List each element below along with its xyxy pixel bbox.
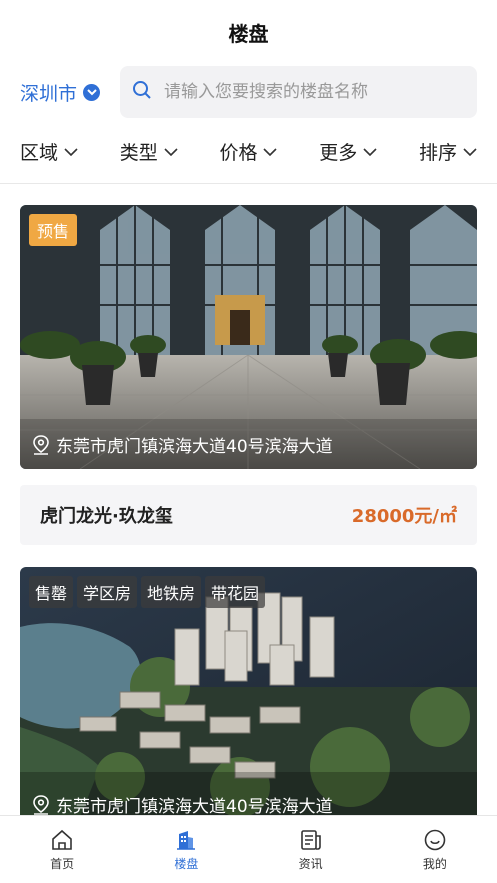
tab-news-label: 资讯 [298, 856, 323, 871]
filter-price[interactable]: 价格 [219, 138, 278, 165]
filter-price-label: 价格 [219, 142, 258, 164]
building-icon [177, 830, 196, 850]
building-entrance-photo [20, 205, 477, 469]
chevron-down-icon [363, 147, 377, 156]
tag-garden: 带花园 [205, 576, 266, 608]
home-icon [52, 829, 72, 850]
location-pin-icon [33, 794, 49, 815]
tab-home-label: 首页 [50, 856, 75, 871]
tag-sold-out: 售罄 [29, 576, 74, 608]
bottom-tab-bar: 首页 楼盘 资讯 我的 [0, 815, 497, 883]
city-label: 深圳市 [20, 82, 78, 105]
news-icon [300, 829, 321, 850]
search-box[interactable] [120, 66, 477, 118]
search-input[interactable] [164, 82, 465, 102]
listing-address-text: 东莞市虎门镇滨海大道40号滨海大道 [56, 437, 333, 457]
filter-sort[interactable]: 排序 [419, 138, 477, 165]
presale-tag: 预售 [29, 214, 78, 246]
listing-image[interactable]: 售罄 学区房 地铁房 带花园 东莞市虎门镇滨海大道40号滨海大道 [20, 567, 477, 815]
filter-bar: 区域 类型 价格 更多 排序 [0, 120, 497, 184]
tab-buildings-label: 楼盘 [174, 856, 199, 871]
tab-news[interactable]: 资讯 [249, 816, 373, 883]
page-title: 楼盘 [228, 21, 269, 46]
filter-type[interactable]: 类型 [120, 138, 178, 165]
listing-address: 东莞市虎门镇滨海大道40号滨海大道 [32, 792, 333, 815]
search-icon [132, 80, 152, 104]
chevron-down-icon [164, 147, 178, 156]
listing-name: 虎门龙光·玖龙玺 [40, 506, 173, 527]
listing-info[interactable]: 虎门龙光·玖龙玺 28000元/㎡ [20, 485, 477, 545]
tag-school-district: 学区房 [77, 576, 138, 608]
listing-price: 28000元/㎡ [351, 506, 457, 527]
listing-list: 预售 东莞市虎门镇滨海大道40号滨海大道 虎门龙光·玖龙玺 28000元/㎡ 售… [0, 185, 497, 815]
tab-home[interactable]: 首页 [0, 816, 124, 883]
chevron-down-icon [64, 147, 78, 156]
city-selector[interactable]: 深圳市 [20, 79, 110, 106]
filter-type-label: 类型 [119, 142, 158, 164]
profile-icon [424, 829, 446, 850]
listing-image[interactable]: 预售 东莞市虎门镇滨海大道40号滨海大道 [20, 205, 477, 469]
chevron-down-icon [83, 83, 101, 101]
chevron-down-icon [463, 147, 477, 156]
tab-buildings[interactable]: 楼盘 [124, 816, 248, 883]
title-bar: 楼盘 [0, 0, 497, 64]
listing-address-text: 东莞市虎门镇滨海大道40号滨海大道 [56, 797, 333, 815]
location-pin-icon [33, 434, 49, 455]
filter-area-label: 区域 [20, 142, 59, 164]
tag-metro: 地铁房 [141, 576, 202, 608]
filter-more[interactable]: 更多 [319, 138, 377, 165]
listing-tags: 售罄 学区房 地铁房 带花园 [29, 576, 266, 608]
chevron-down-icon [263, 147, 278, 156]
filter-area[interactable]: 区域 [20, 138, 78, 165]
tab-profile[interactable]: 我的 [373, 816, 497, 883]
filter-sort-label: 排序 [418, 142, 457, 164]
listing-address: 东莞市虎门镇滨海大道40号滨海大道 [32, 432, 333, 457]
tab-profile-label: 我的 [422, 856, 447, 871]
search-row: 深圳市 [0, 64, 497, 120]
filter-more-label: 更多 [319, 142, 358, 164]
